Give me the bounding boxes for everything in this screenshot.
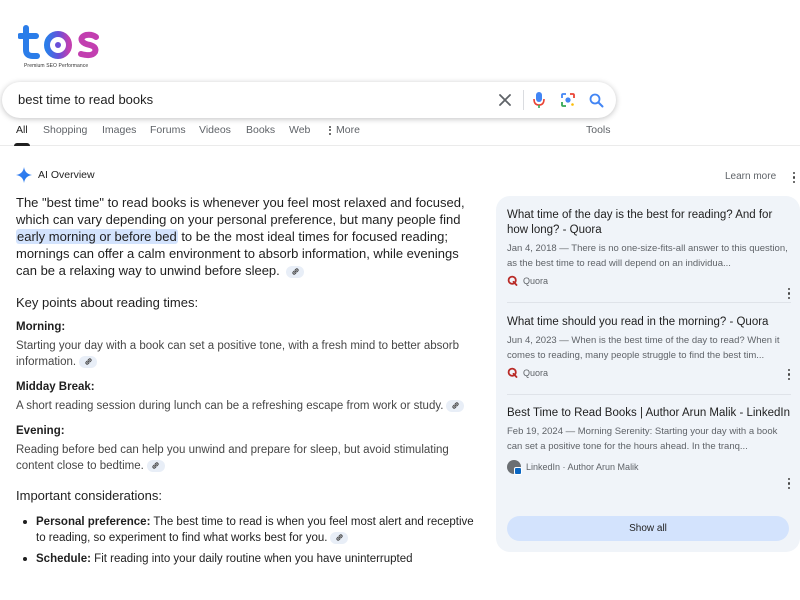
list-item: Schedule: Fit reading into your daily ro…: [16, 551, 476, 567]
citation-link-icon[interactable]: [146, 459, 165, 472]
learn-more-link[interactable]: Learn more: [725, 171, 776, 182]
active-tab-indicator: [14, 143, 30, 146]
considerations-heading: Important considerations:: [16, 488, 162, 503]
source-more-icon[interactable]: [787, 478, 791, 489]
key-point-title: Midday Break:: [16, 381, 95, 393]
source-site-name: LinkedIn · Author Arun Malik: [526, 462, 639, 472]
citation-link-icon[interactable]: [446, 399, 465, 412]
tab-images[interactable]: Images: [102, 124, 136, 136]
source-card[interactable]: Best Time to Read Books | Author Arun Ma…: [507, 406, 791, 489]
show-all-button[interactable]: Show all: [507, 516, 789, 541]
citation-link-icon[interactable]: [330, 531, 349, 544]
ai-overview-summary: The "best time" to read books is wheneve…: [16, 194, 476, 279]
key-point-body: Starting your day with a book can set a …: [16, 338, 476, 370]
close-icon[interactable]: [495, 90, 515, 110]
more-vert-icon: [328, 125, 332, 135]
list-item: Personal preference: The best time to re…: [16, 514, 476, 546]
key-point-body: Reading before bed can help you unwind a…: [16, 442, 476, 474]
divider: [507, 394, 791, 395]
camera-lens-icon[interactable]: [558, 90, 578, 110]
tab-forums[interactable]: Forums: [150, 124, 186, 136]
source-site: Quora: [507, 367, 791, 378]
source-card[interactable]: What time should you read in the morning…: [507, 315, 791, 380]
summary-text-1: The "best time" to read books is wheneve…: [16, 195, 465, 227]
tab-books[interactable]: Books: [246, 124, 275, 136]
sources-panel: What time of the day is the best for rea…: [496, 196, 800, 552]
ai-overview-header: AI Overview: [16, 167, 95, 183]
divider: [507, 302, 791, 303]
source-snippet: Jun 4, 2023 — When is the best time of t…: [507, 335, 780, 361]
source-site-name: Quora: [523, 275, 549, 286]
gemini-sparkle-icon: [16, 167, 32, 183]
quora-icon: [507, 275, 518, 286]
list-item-term: Schedule:: [36, 553, 91, 565]
summary-highlight[interactable]: early morning or before bed: [16, 229, 178, 244]
linkedin-avatar-icon: [507, 460, 522, 475]
source-more-icon[interactable]: [787, 288, 791, 299]
search-input[interactable]: best time to read books: [18, 92, 153, 107]
source-site: LinkedIn · Author Arun Malik: [507, 460, 791, 475]
tools-button[interactable]: Tools: [586, 124, 611, 136]
source-more-icon[interactable]: [787, 369, 791, 380]
citation-link-icon[interactable]: [79, 355, 98, 368]
key-point-title: Morning:: [16, 321, 66, 333]
more-options-icon[interactable]: [792, 172, 796, 183]
key-point-text: A short reading session during lunch can…: [16, 400, 444, 412]
tab-more-label: More: [336, 124, 360, 136]
search-bar[interactable]: best time to read books: [2, 82, 616, 118]
microphone-icon[interactable]: [529, 90, 549, 110]
search-tabs: All Shopping Images Forums Videos Books …: [0, 118, 800, 146]
source-title[interactable]: What time should you read in the morning…: [507, 315, 791, 330]
citation-link-icon[interactable]: [286, 265, 305, 278]
list-item-term: Personal preference:: [36, 516, 151, 528]
tab-all[interactable]: All: [16, 124, 28, 136]
source-snippet: Jan 4, 2018 — There is no one-size-fits-…: [507, 243, 788, 269]
ai-overview-content: The "best time" to read books is wheneve…: [16, 194, 476, 572]
search-icon[interactable]: [586, 90, 606, 110]
tos-logo-mark: [17, 25, 99, 59]
quora-icon: [507, 367, 518, 378]
list-item-text: Fit reading into your daily routine when…: [90, 553, 413, 565]
key-point-title: Evening:: [16, 425, 65, 437]
logo-tagline: Premium SEO Performance: [24, 63, 89, 69]
tab-shopping[interactable]: Shopping: [43, 124, 87, 136]
tab-more[interactable]: More: [328, 124, 360, 136]
search-divider: [523, 90, 524, 110]
key-point-body: A short reading session during lunch can…: [16, 398, 476, 414]
tab-videos[interactable]: Videos: [199, 124, 231, 136]
source-title[interactable]: What time of the day is the best for rea…: [507, 208, 791, 238]
tab-web[interactable]: Web: [289, 124, 310, 136]
considerations-list: Personal preference: The best time to re…: [16, 514, 476, 567]
source-site: Quora: [507, 275, 791, 286]
source-snippet: Feb 19, 2024 — Morning Serenity: Startin…: [507, 426, 778, 452]
source-site-name: Quora: [523, 367, 549, 378]
key-points-heading: Key points about reading times:: [16, 295, 199, 310]
ai-overview-title: AI Overview: [38, 169, 95, 181]
source-title[interactable]: Best Time to Read Books | Author Arun Ma…: [507, 406, 791, 421]
source-card[interactable]: What time of the day is the best for rea…: [507, 208, 791, 299]
key-point-text: Reading before bed can help you unwind a…: [16, 444, 449, 472]
